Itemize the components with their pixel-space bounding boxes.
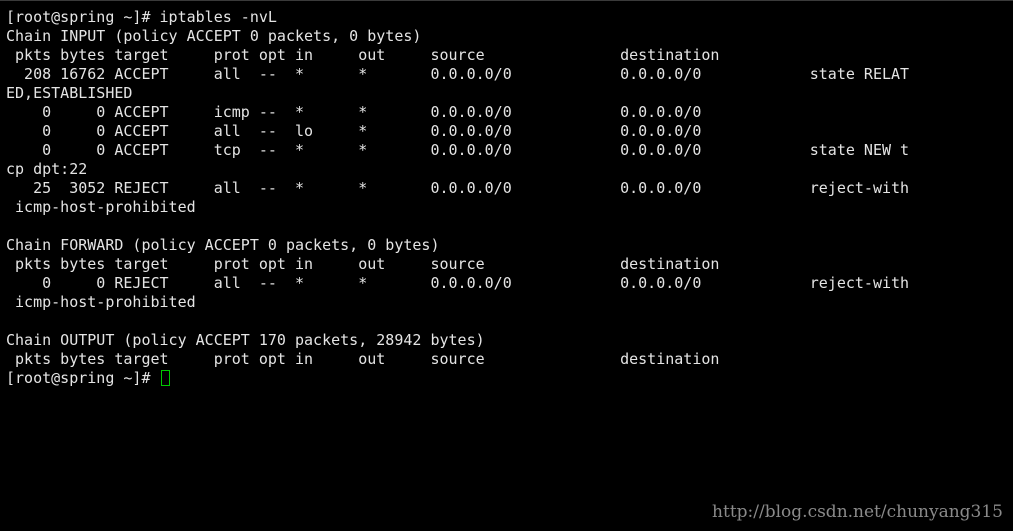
text-cursor [160,370,170,386]
terminal-line: 0 0 ACCEPT tcp -- * * 0.0.0.0/0 0.0.0.0/… [6,141,910,159]
terminal-line: Chain FORWARD (policy ACCEPT 0 packets, … [6,236,440,254]
terminal-line: 25 3052 REJECT all -- * * 0.0.0.0/0 0.0.… [6,179,910,197]
terminal-line: 0 0 ACCEPT icmp -- * * 0.0.0.0/0 0.0.0.0… [6,103,702,121]
watermark: http://blog.csdn.net/chunyang315 [712,502,1003,522]
shell-prompt: [root@spring ~]# [6,369,160,387]
terminal-line: ED,ESTABLISHED [6,84,133,102]
terminal-line: pkts bytes target prot opt in out source… [6,46,720,64]
terminal-output: [root@spring ~]# iptables -nvL Chain INPU… [6,8,909,388]
terminal-line: pkts bytes target prot opt in out source… [6,255,720,273]
terminal-line: 0 0 ACCEPT all -- lo * 0.0.0.0/0 0.0.0.0… [6,122,702,140]
terminal-window[interactable]: [root@spring ~]# iptables -nvL Chain INPU… [0,0,1013,531]
terminal-line: cp dpt:22 [6,160,88,178]
terminal-line: icmp-host-prohibited [6,198,196,216]
terminal-line: [root@spring ~]# iptables -nvL [6,8,277,26]
terminal-line: icmp-host-prohibited [6,293,196,311]
terminal-line: Chain OUTPUT (policy ACCEPT 170 packets,… [6,331,485,349]
terminal-line: pkts bytes target prot opt in out source… [6,350,720,368]
terminal-line: 0 0 REJECT all -- * * 0.0.0.0/0 0.0.0.0/… [6,274,910,292]
command-prompt-line[interactable]: [root@spring ~]# [6,369,909,388]
terminal-line: 208 16762 ACCEPT all -- * * 0.0.0.0/0 0.… [6,65,910,83]
terminal-line: Chain INPUT (policy ACCEPT 0 packets, 0 … [6,27,422,45]
